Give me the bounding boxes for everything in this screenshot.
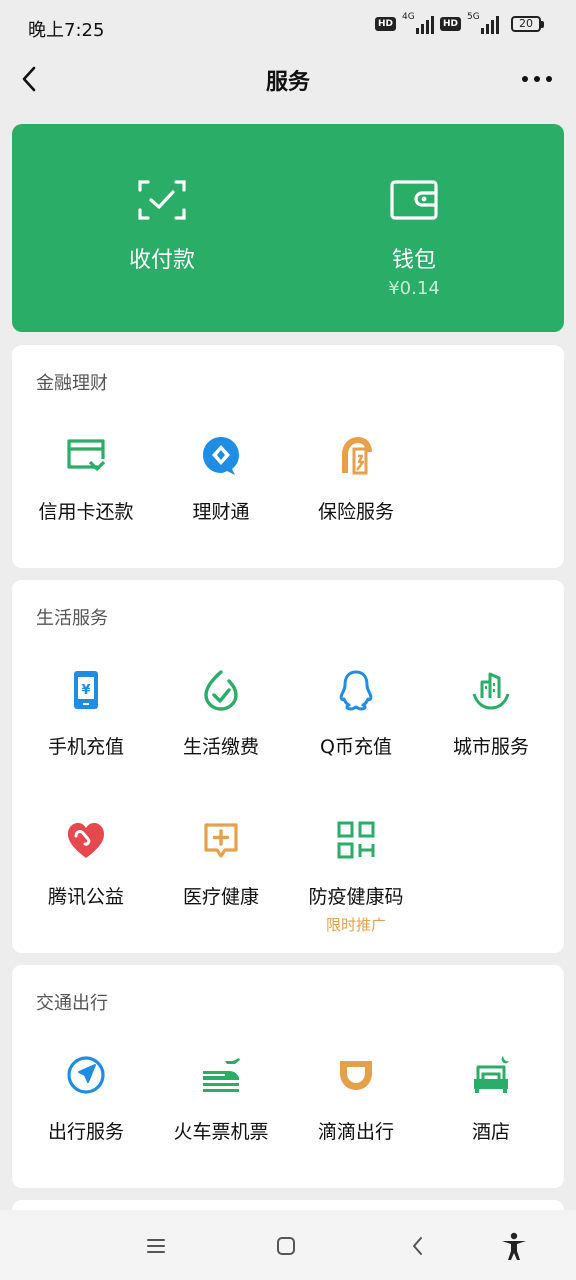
service-label: 医疗健康 bbox=[182, 886, 259, 908]
charity-heart-icon bbox=[68, 823, 104, 858]
service-hotel[interactable]: 酒店 bbox=[423, 1053, 559, 1183]
service-label: Q币充值 bbox=[320, 736, 392, 758]
home-icon[interactable] bbox=[270, 1230, 302, 1262]
service-phone-topup[interactable]: ¥ 手机充值 bbox=[18, 668, 154, 798]
service-medical[interactable]: 医疗健康 bbox=[153, 818, 289, 948]
service-city[interactable]: 城市服务 bbox=[423, 668, 559, 798]
phone-topup-icon: ¥ bbox=[74, 671, 98, 709]
signal-icon: 4G bbox=[401, 12, 434, 34]
service-train-plane[interactable]: 火车票机票 bbox=[153, 1053, 289, 1183]
qq-coin-icon bbox=[339, 670, 373, 711]
menu-icon[interactable] bbox=[140, 1230, 172, 1262]
service-label: 腾讯公益 bbox=[47, 886, 124, 908]
back-nav-icon[interactable] bbox=[402, 1230, 434, 1262]
svg-text:¥: ¥ bbox=[81, 683, 90, 698]
service-label: 理财通 bbox=[192, 501, 250, 523]
service-label: 信用卡还款 bbox=[38, 501, 134, 523]
service-licaitong[interactable]: 理财通 bbox=[153, 433, 289, 563]
service-qq-coin[interactable]: Q币充值 bbox=[288, 668, 424, 798]
service-travel[interactable]: 出行服务 bbox=[18, 1053, 154, 1183]
wallet-balance: ¥0.14 bbox=[388, 278, 440, 299]
pay-receive-label: 收付款 bbox=[128, 248, 195, 273]
more-icon[interactable] bbox=[520, 66, 554, 92]
navigation-icon bbox=[67, 1056, 105, 1094]
credit-card-icon bbox=[67, 439, 106, 471]
licaitong-icon bbox=[203, 437, 239, 475]
wallet-card: 收付款 钱包 ¥0.14 bbox=[12, 124, 564, 332]
section-life: 生活服务 ¥ 手机充值 生活缴费 Q币充值 城市服务 腾讯公益 医疗健康 防疫健… bbox=[12, 580, 564, 953]
signal-icon-2: 5G bbox=[467, 12, 499, 34]
wallet-label: 钱包 bbox=[391, 248, 436, 273]
battery-level: 20 bbox=[511, 16, 541, 32]
status-time: 晚上7:25 bbox=[28, 20, 105, 41]
service-label: 生活缴费 bbox=[182, 736, 259, 758]
hotel-icon bbox=[474, 1056, 509, 1093]
accessibility-icon[interactable] bbox=[498, 1230, 530, 1262]
section-title-transport: 交通出行 bbox=[36, 993, 108, 1014]
section-transport: 交通出行 出行服务 火车票机票 滴滴出行 酒店 bbox=[12, 965, 564, 1188]
service-credit-card[interactable]: 信用卡还款 bbox=[18, 433, 154, 563]
service-label: 酒店 bbox=[471, 1121, 510, 1143]
wallet-button[interactable]: 钱包 ¥0.14 bbox=[276, 124, 552, 332]
city-service-icon bbox=[472, 672, 510, 710]
insurance-icon bbox=[342, 437, 372, 475]
medical-icon bbox=[204, 823, 238, 858]
didi-icon bbox=[340, 1061, 372, 1090]
service-health-code[interactable]: 防疫健康码 限时推广 bbox=[288, 818, 424, 948]
page-title: 服务 bbox=[265, 70, 310, 95]
service-utility-bill[interactable]: 生活缴费 bbox=[153, 668, 289, 798]
promo-badge: 限时推广 bbox=[325, 916, 386, 934]
service-insurance[interactable]: 保险服务 bbox=[288, 433, 424, 563]
section-title-life: 生活服务 bbox=[36, 608, 108, 629]
service-didi[interactable]: 滴滴出行 bbox=[288, 1053, 424, 1183]
service-label: 手机充值 bbox=[47, 736, 124, 758]
section-title-finance: 金融理财 bbox=[36, 373, 108, 394]
service-label: 保险服务 bbox=[317, 501, 394, 523]
service-label: 滴滴出行 bbox=[317, 1121, 394, 1143]
network-type-label-2: 5G bbox=[467, 12, 480, 22]
section-finance: 金融理财 信用卡还款 理财通 保险服务 bbox=[12, 345, 564, 568]
wallet-icon bbox=[390, 180, 438, 220]
battery-icon: 20 bbox=[511, 16, 544, 32]
service-label: 出行服务 bbox=[47, 1121, 124, 1143]
hd-badge: HD bbox=[374, 17, 396, 31]
hd-badge-2: HD bbox=[439, 17, 461, 31]
scan-check-icon bbox=[138, 180, 186, 220]
service-label: 城市服务 bbox=[452, 736, 529, 758]
utility-bill-icon bbox=[204, 670, 238, 711]
health-code-icon bbox=[337, 821, 375, 859]
network-type-label: 4G bbox=[401, 12, 415, 22]
service-label: 防疫健康码 bbox=[308, 886, 404, 908]
service-charity[interactable]: 腾讯公益 bbox=[18, 818, 154, 948]
pay-receive-button[interactable]: 收付款 bbox=[24, 124, 300, 332]
train-plane-icon bbox=[203, 1058, 240, 1092]
nav-bar: 服务 bbox=[0, 56, 576, 102]
status-bar: 晚上7:25 HD 4G HD 5G 20 bbox=[0, 0, 576, 56]
service-label: 火车票机票 bbox=[173, 1121, 269, 1143]
system-nav-bar bbox=[0, 1210, 576, 1280]
status-indicators: HD 4G HD 5G 20 bbox=[374, 12, 544, 34]
